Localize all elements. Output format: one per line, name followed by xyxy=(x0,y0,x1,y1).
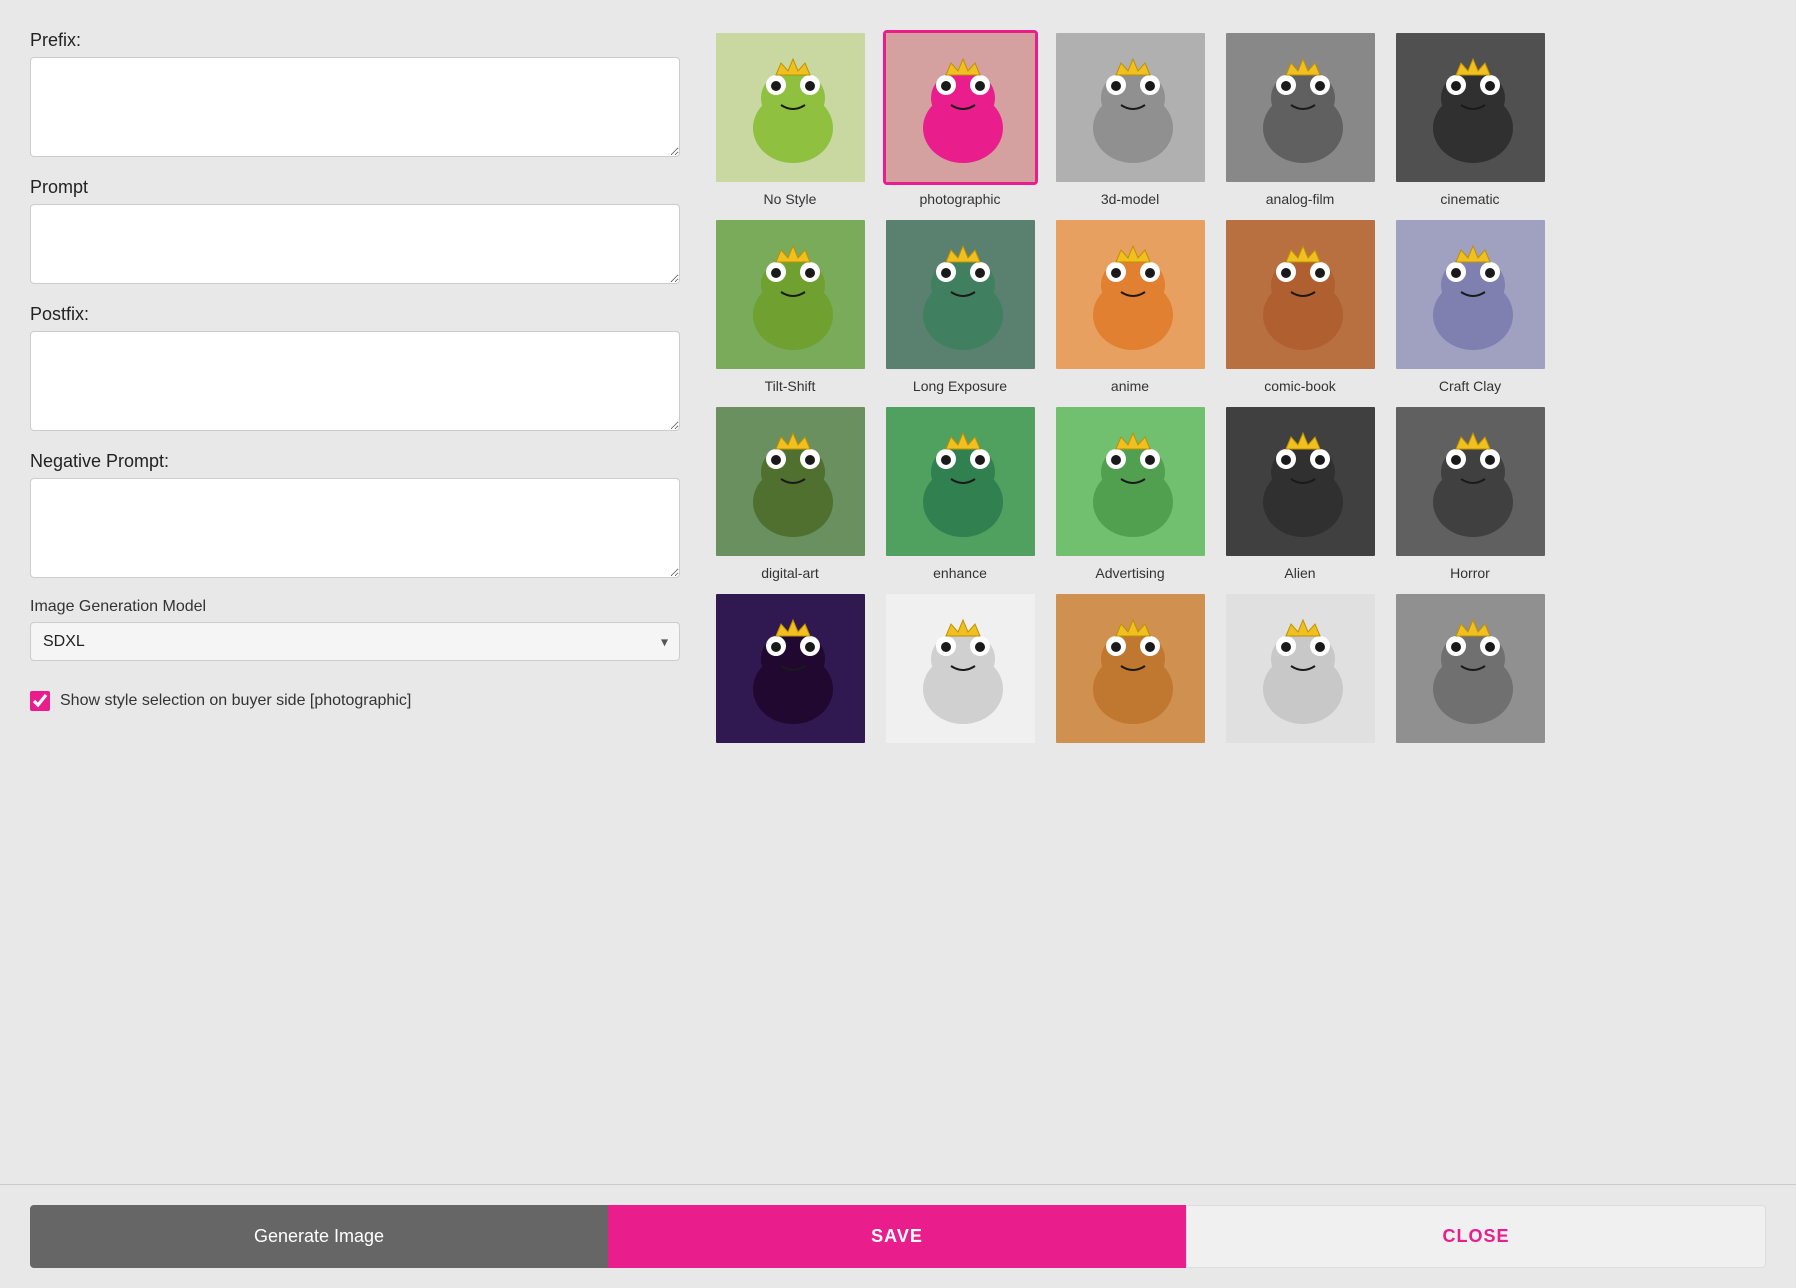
right-panel: No Style photographic 3d-model analog-film c… xyxy=(710,30,1766,750)
footer: Generate Image SAVE CLOSE xyxy=(0,1185,1796,1288)
style-img-wrapper-tilt-shift xyxy=(713,217,868,372)
style-name-enhance: enhance xyxy=(933,565,987,581)
negative-prompt-input[interactable] xyxy=(30,478,680,578)
close-button[interactable]: CLOSE xyxy=(1186,1205,1766,1268)
style-name-analog-film: analog-film xyxy=(1266,191,1334,207)
style-name-no-style: No Style xyxy=(764,191,817,207)
style-item-craft-clay[interactable]: Craft Clay xyxy=(1390,217,1550,394)
prompt-input[interactable] xyxy=(30,204,680,284)
save-button[interactable]: SAVE xyxy=(608,1205,1186,1268)
style-item-silhouette[interactable]: Silhouette xyxy=(880,591,1040,750)
main-content: Prefix: Prompt Postfix: Negative Prompt:… xyxy=(0,0,1796,1184)
style-name-photographic: photographic xyxy=(920,191,1001,207)
style-img-wrapper-anime xyxy=(1053,217,1208,372)
postfix-input[interactable] xyxy=(30,331,680,431)
style-item-horror[interactable]: Horror xyxy=(1390,404,1550,581)
style-name-craft-clay: Craft Clay xyxy=(1439,378,1501,394)
style-img-wrapper-neon-noir xyxy=(713,591,868,746)
style-item-neon-noir[interactable]: Neon Noir xyxy=(710,591,870,750)
style-name-cinematic: cinematic xyxy=(1440,191,1499,207)
show-style-label: Show style selection on buyer side [phot… xyxy=(60,692,411,710)
prompt-label: Prompt xyxy=(30,177,680,198)
style-name-long-exposure: Long Exposure xyxy=(913,378,1007,394)
style-img-wrapper-low-poly xyxy=(1393,591,1548,746)
style-img-wrapper-long-exposure xyxy=(883,217,1038,372)
style-name-advertising: Advertising xyxy=(1095,565,1164,581)
style-img-wrapper-analog-film xyxy=(1223,30,1378,185)
style-item-enhance[interactable]: enhance xyxy=(880,404,1040,581)
style-img-wrapper-horror xyxy=(1393,404,1548,559)
style-item-alien[interactable]: Alien xyxy=(1220,404,1380,581)
negative-prompt-group: Negative Prompt: xyxy=(30,451,680,578)
prompt-group: Prompt xyxy=(30,177,680,284)
style-item-low-poly[interactable]: low-poly xyxy=(1390,591,1550,750)
style-item-analog-film[interactable]: analog-film xyxy=(1220,30,1380,207)
model-label: Image Generation Model xyxy=(30,598,680,616)
show-style-checkbox-row: Show style selection on buyer side [phot… xyxy=(30,691,680,711)
style-item-photographic[interactable]: photographic xyxy=(880,30,1040,207)
model-select[interactable]: SDXL SD 1.5 DALL-E 3 xyxy=(30,622,680,661)
style-item-line-art[interactable]: line-art xyxy=(1220,591,1380,750)
style-name-alien: Alien xyxy=(1284,565,1315,581)
style-item-anime[interactable]: anime xyxy=(1050,217,1210,394)
show-style-checkbox[interactable] xyxy=(30,691,50,711)
style-name-digital-art: digital-art xyxy=(761,565,819,581)
style-item-tilt-shift[interactable]: Tilt-Shift xyxy=(710,217,870,394)
style-img-wrapper-line-art xyxy=(1223,591,1378,746)
style-img-wrapper-fantasy-art xyxy=(1053,591,1208,746)
style-item-long-exposure[interactable]: Long Exposure xyxy=(880,217,1040,394)
style-img-wrapper-enhance xyxy=(883,404,1038,559)
left-panel: Prefix: Prompt Postfix: Negative Prompt:… xyxy=(30,30,680,1164)
style-item-comic-book[interactable]: comic-book xyxy=(1220,217,1380,394)
style-img-wrapper-digital-art xyxy=(713,404,868,559)
style-name-comic-book: comic-book xyxy=(1264,378,1336,394)
style-img-wrapper-cinematic xyxy=(1393,30,1548,185)
prefix-group: Prefix: xyxy=(30,30,680,157)
postfix-group: Postfix: xyxy=(30,304,680,431)
model-select-wrapper: SDXL SD 1.5 DALL-E 3 ▾ xyxy=(30,622,680,661)
style-img-wrapper-craft-clay xyxy=(1393,217,1548,372)
style-item-no-style[interactable]: No Style xyxy=(710,30,870,207)
style-item-digital-art[interactable]: digital-art xyxy=(710,404,870,581)
style-name-tilt-shift: Tilt-Shift xyxy=(765,378,816,394)
model-section: Image Generation Model SDXL SD 1.5 DALL-… xyxy=(30,598,680,661)
style-name-3d-model: 3d-model xyxy=(1101,191,1159,207)
style-item-cinematic[interactable]: cinematic xyxy=(1390,30,1550,207)
style-name-horror: Horror xyxy=(1450,565,1490,581)
style-img-wrapper-silhouette xyxy=(883,591,1038,746)
style-item-3d-model[interactable]: 3d-model xyxy=(1050,30,1210,207)
negative-prompt-label: Negative Prompt: xyxy=(30,451,680,472)
style-img-wrapper-alien xyxy=(1223,404,1378,559)
style-img-wrapper-no-style xyxy=(713,30,868,185)
style-item-fantasy-art[interactable]: fantasy-art xyxy=(1050,591,1210,750)
generate-image-button[interactable]: Generate Image xyxy=(30,1205,608,1268)
style-item-advertising[interactable]: Advertising xyxy=(1050,404,1210,581)
style-img-wrapper-comic-book xyxy=(1223,217,1378,372)
style-img-wrapper-photographic xyxy=(883,30,1038,185)
style-img-wrapper-advertising xyxy=(1053,404,1208,559)
prefix-input[interactable] xyxy=(30,57,680,157)
style-grid: No Style photographic 3d-model analog-film c… xyxy=(710,30,1766,750)
style-img-wrapper-3d-model xyxy=(1053,30,1208,185)
postfix-label: Postfix: xyxy=(30,304,680,325)
prefix-label: Prefix: xyxy=(30,30,680,51)
style-name-anime: anime xyxy=(1111,378,1149,394)
